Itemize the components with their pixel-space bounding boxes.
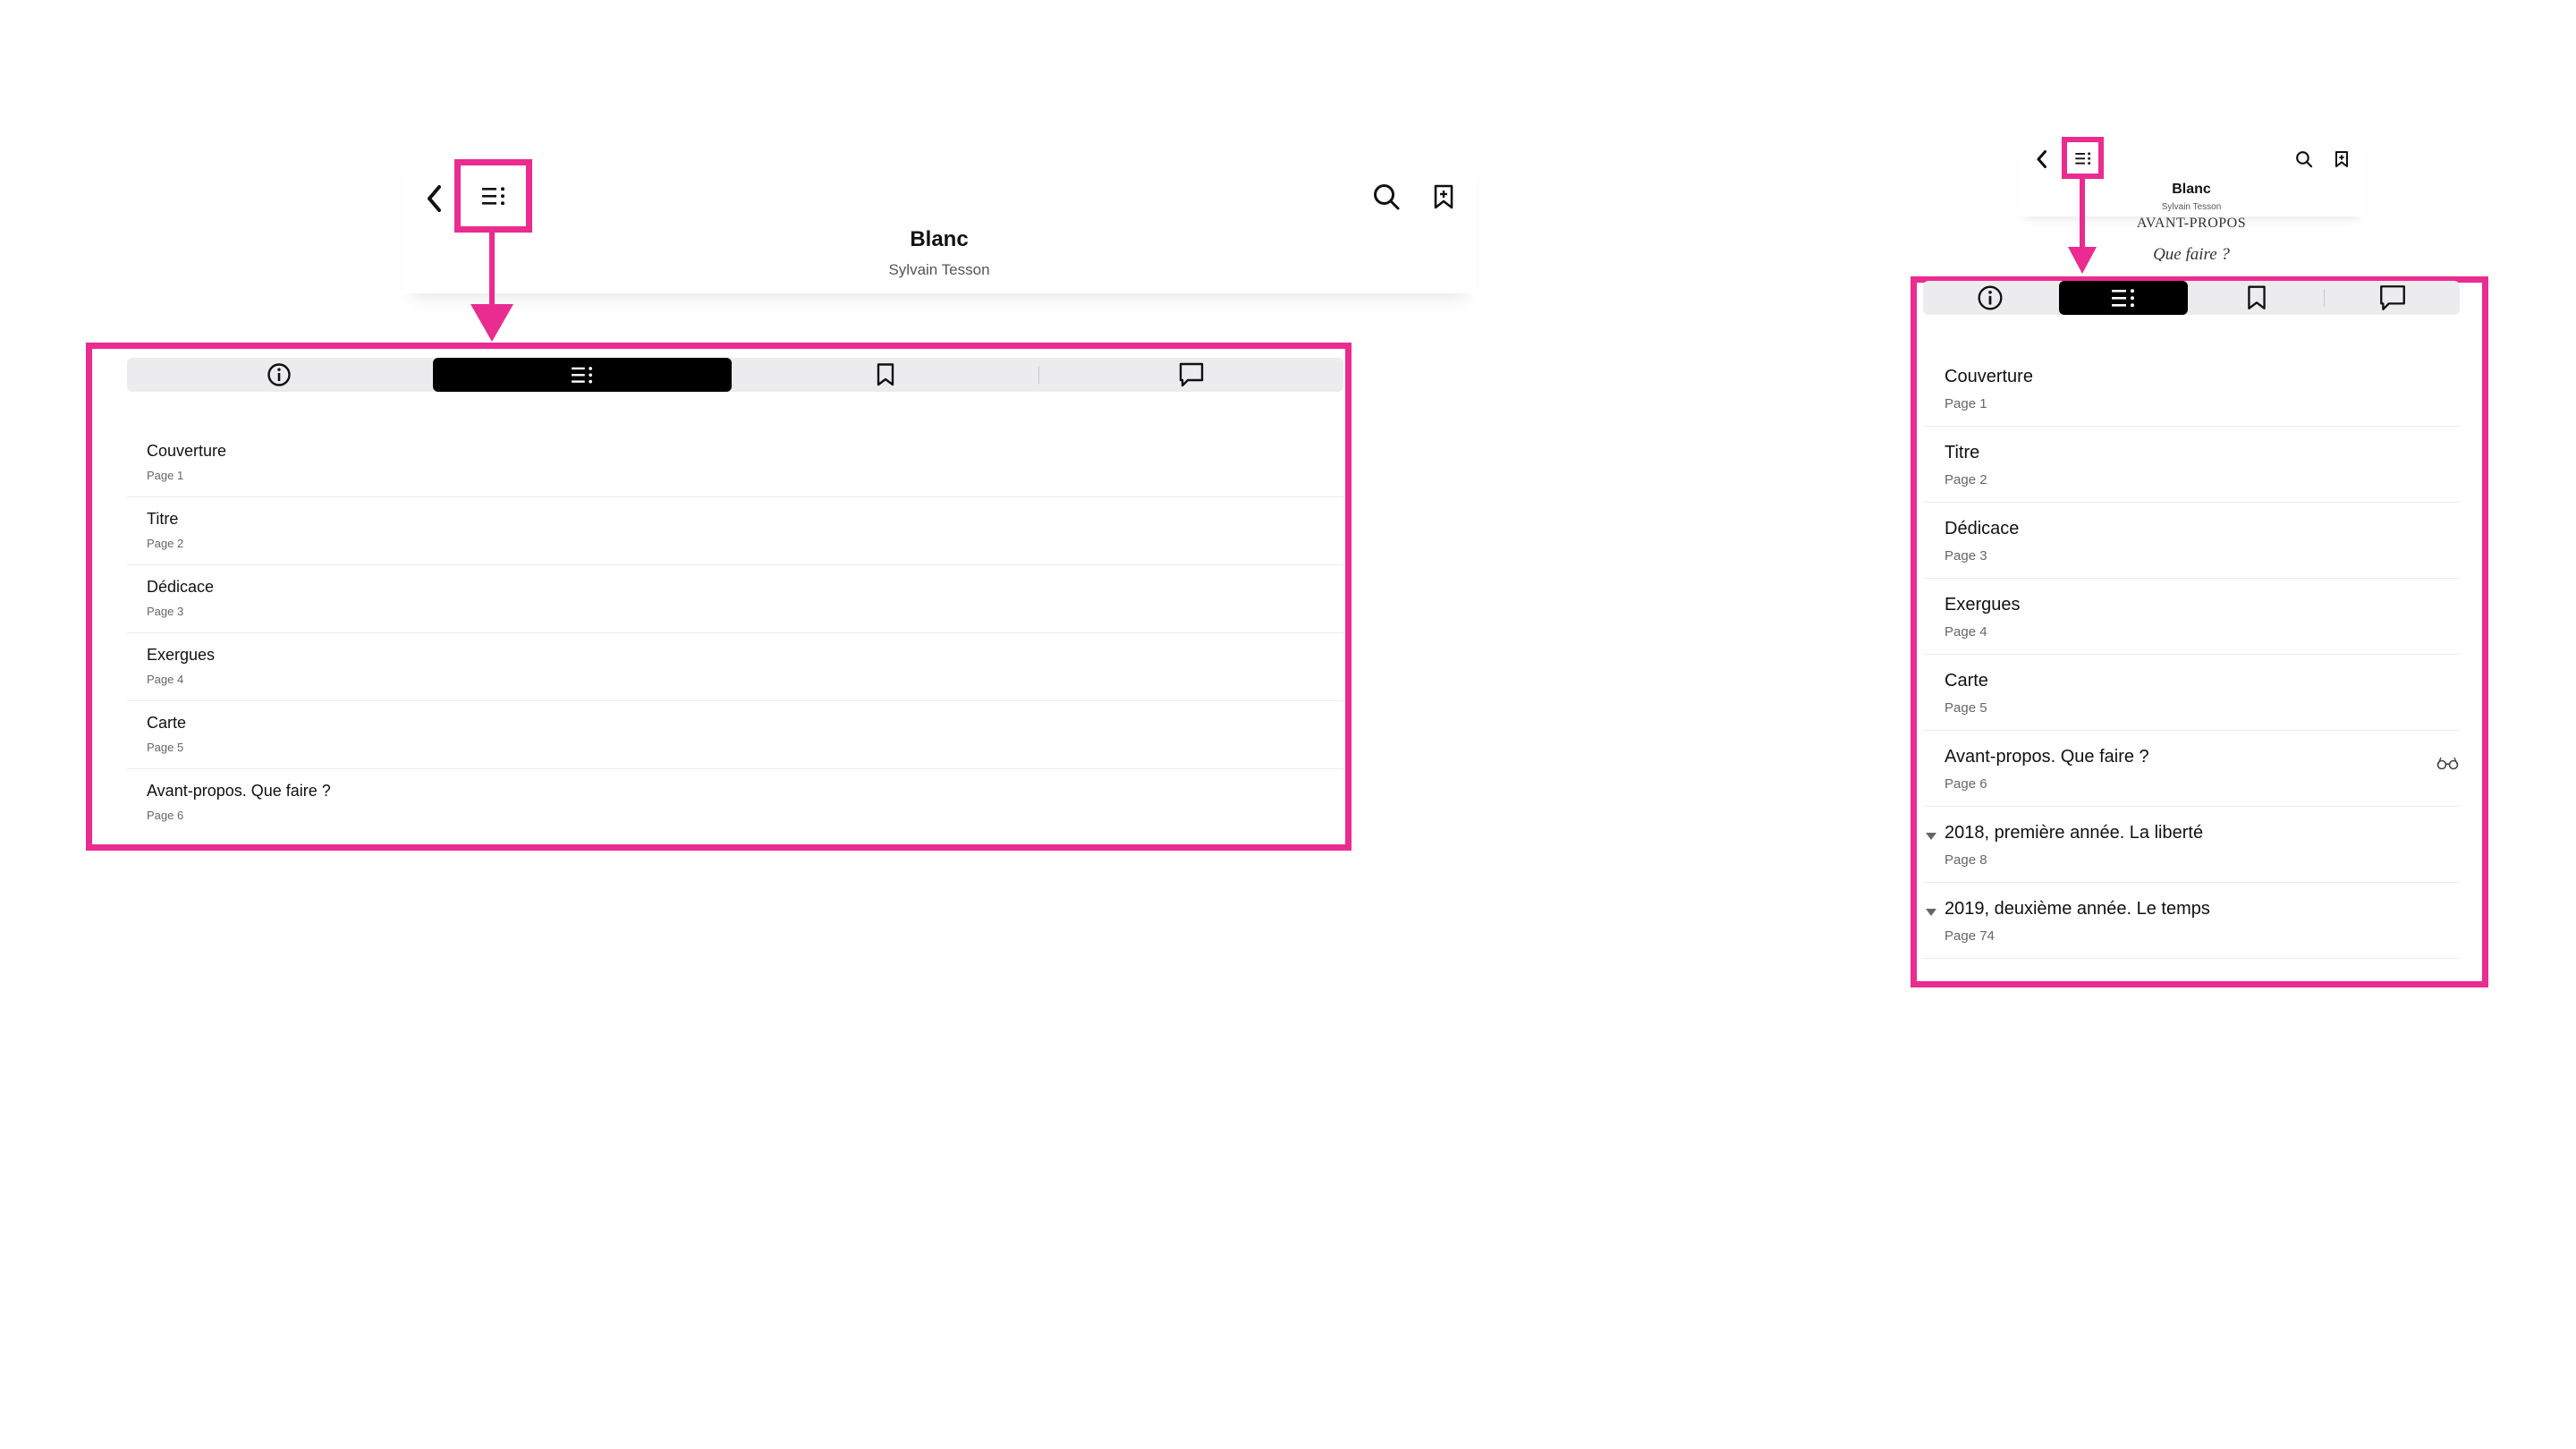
search-icon	[1374, 184, 1400, 210]
contents-button[interactable]	[465, 170, 521, 222]
toc-item-title: Couverture	[1945, 367, 2033, 386]
search-button[interactable]	[2293, 148, 2315, 170]
toc-item-page: Page 1	[1945, 396, 1987, 411]
contents-button[interactable]	[2067, 142, 2098, 174]
toc-item[interactable]: Titre Page 2	[1923, 427, 2460, 503]
toc-item-page: Page 6	[1945, 776, 1987, 792]
tab-info[interactable]	[127, 358, 431, 392]
toc-item-expandable[interactable]: 2019, deuxième année. Le temps Page 74	[1923, 883, 2460, 959]
toc-item-page: Page 3	[147, 605, 184, 618]
caret-down-icon[interactable]	[1925, 908, 1937, 917]
toc-item-title: Carte	[1945, 671, 1988, 691]
toc-item[interactable]: Avant-propos. Que faire ? Page 6	[127, 769, 1343, 837]
toc-item-title: 2019, deuxième année. Le temps	[1945, 899, 2210, 919]
book-title: Blanc	[910, 227, 969, 251]
contents-list-icon	[572, 367, 592, 384]
contents-list-icon	[2074, 151, 2090, 165]
toc-item-title: Exergues	[1945, 595, 2021, 614]
contents-list-icon	[2112, 289, 2134, 308]
toc-item-title: Couverture	[147, 442, 227, 460]
toc-item-title: Exergues	[147, 646, 216, 664]
contents-list-icon	[481, 187, 504, 206]
toc-item-title: Avant-propos. Que faire ?	[1945, 747, 2149, 767]
toc-item-page: Page 2	[147, 537, 184, 550]
tab-notes[interactable]	[2326, 281, 2460, 315]
chapter-subtitle: Que faire ?	[2153, 245, 2230, 261]
toc-item-page: Page 2	[1945, 472, 1987, 487]
toc-item-title: 2018, première année. La liberté	[1945, 823, 2204, 843]
chapter-heading: AVANT-PROPOS	[2136, 216, 2247, 231]
toc-item[interactable]: Dédicace Page 3	[127, 565, 1343, 633]
toc-item-page: Page 5	[147, 741, 184, 754]
search-icon	[2296, 151, 2313, 168]
chevron-left-icon	[2037, 150, 2046, 168]
toc-item[interactable]: Couverture Page 1	[1923, 351, 2460, 427]
bookmark-plus-icon	[2335, 151, 2348, 167]
toc-item[interactable]: Carte Page 5	[127, 701, 1343, 769]
bookmark-icon	[877, 363, 894, 386]
tab-bookmarks[interactable]	[733, 358, 1038, 392]
toc-item-page: Page 8	[1945, 852, 1987, 868]
toc-item-page: Page 5	[1945, 700, 1987, 716]
toc-item[interactable]: Titre Page 2	[127, 497, 1343, 565]
toc-item-title: Titre	[1945, 443, 1980, 462]
tab-contents[interactable]	[433, 358, 732, 392]
toc-item[interactable]: Exergues Page 4	[1923, 579, 2460, 655]
toc-item-page: Page 4	[1945, 624, 1987, 640]
info-icon	[267, 363, 291, 386]
toc-item[interactable]: Carte Page 5	[1923, 655, 2460, 731]
tab-bookmarks[interactable]	[2190, 281, 2324, 315]
back-button[interactable]	[420, 181, 449, 216]
chevron-left-icon	[428, 185, 441, 212]
toc-item-title: Dédicace	[147, 578, 215, 596]
bookmark-icon	[2248, 285, 2266, 309]
toc-item-title: Avant-propos. Que faire ?	[147, 782, 331, 800]
toc-item-page: Page 4	[147, 673, 184, 686]
toc-item-page: Page 3	[1945, 548, 1987, 564]
toc-item-title: Carte	[147, 714, 187, 732]
toc-item-title: Dédicace	[1945, 519, 2020, 538]
comment-icon	[2380, 285, 2405, 310]
add-bookmark-button[interactable]	[2332, 148, 2351, 170]
toc-item-current[interactable]: Avant-propos. Que faire ? Page 6	[1923, 731, 2460, 807]
toc-item-page: Page 6	[147, 809, 184, 822]
toc-item[interactable]: Dédicace Page 3	[1923, 503, 2460, 579]
toc-item-page: Page 1	[147, 469, 184, 482]
tab-divider	[2324, 289, 2325, 307]
toc-item-expandable[interactable]: 2018, première année. La liberté Page 8	[1923, 807, 2460, 883]
toc-item[interactable]: Couverture Page 1	[127, 429, 1343, 497]
panel-tab-bar	[127, 358, 1343, 392]
bookmark-plus-icon	[1434, 184, 1453, 209]
book-author: Sylvain Tesson	[888, 261, 990, 278]
toc-item-page: Page 74	[1945, 928, 1995, 944]
info-icon	[1978, 285, 2003, 310]
add-bookmark-button[interactable]	[1428, 179, 1460, 215]
toc-item-title: Titre	[147, 510, 179, 528]
tab-notes[interactable]	[1039, 358, 1343, 392]
tab-info[interactable]	[1923, 281, 2057, 315]
reading-glasses-icon	[2436, 757, 2459, 770]
highlight-arrow-head	[470, 304, 513, 342]
book-author: Sylvain Tesson	[2161, 202, 2222, 212]
book-title: Blanc	[2172, 182, 2211, 197]
search-button[interactable]	[1368, 179, 1404, 215]
tab-contents[interactable]	[2059, 281, 2188, 315]
back-button[interactable]	[2032, 145, 2052, 174]
caret-down-icon[interactable]	[1925, 832, 1937, 841]
comment-icon	[1179, 362, 1204, 387]
toc-item[interactable]: Exergues Page 4	[127, 633, 1343, 701]
panel-tab-bar	[1923, 281, 2460, 315]
